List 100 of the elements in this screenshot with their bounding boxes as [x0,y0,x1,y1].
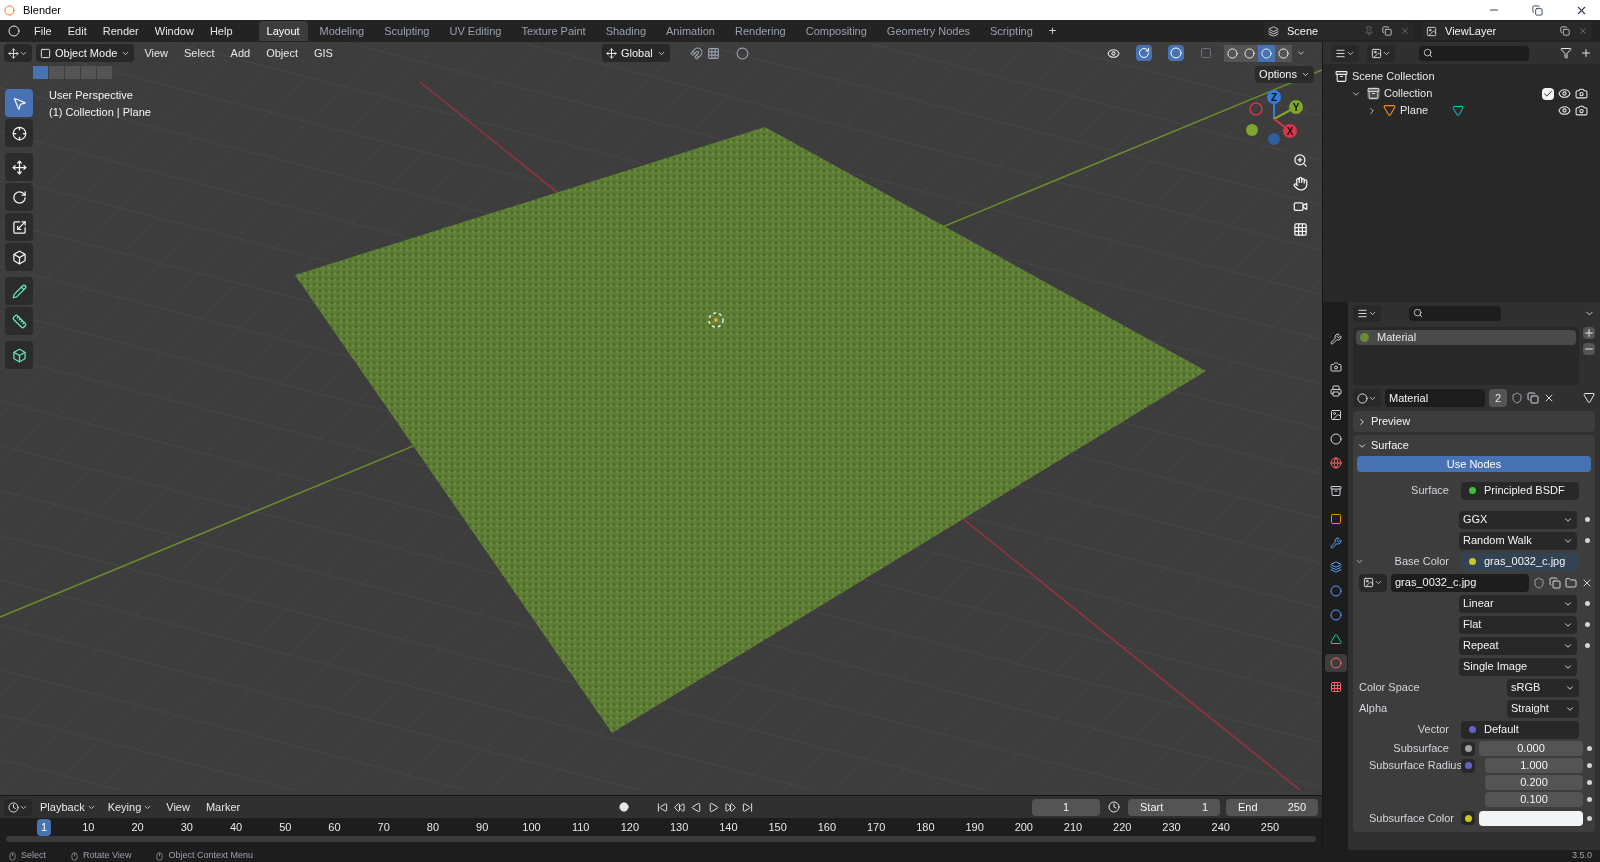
workspace-tab[interactable]: Rendering [726,20,794,42]
search-field[interactable] [1419,45,1529,61]
workspace-tab[interactable]: Sculpting [376,20,438,42]
jump-end-icon[interactable] [742,801,754,813]
number-field[interactable]: 1.000 [1485,758,1583,773]
dropdown[interactable]: sRGB [1507,678,1579,697]
socket-button[interactable] [1461,741,1475,756]
select-tool-button[interactable] [5,89,33,117]
render-icon[interactable] [1575,104,1588,117]
magnet-icon[interactable] [689,46,703,60]
menu-item[interactable]: Edit [61,22,93,40]
camera-icon[interactable] [1293,199,1308,214]
workspace-tab[interactable]: Texture Paint [513,20,594,42]
blender-logo-icon[interactable] [8,25,20,37]
dropdown[interactable]: Single Image [1459,657,1577,676]
play-reverse-icon[interactable] [691,801,703,813]
grid-icon[interactable] [706,46,720,60]
workspace-tab[interactable]: Geometry Nodes [878,20,978,42]
add-cube-tool-button[interactable] [5,341,33,369]
dropdown[interactable]: Straight [1507,699,1579,718]
plus-icon[interactable] [1580,47,1592,59]
timeline-menu-item[interactable]: Marker [199,798,247,816]
editor-type-button[interactable] [1353,304,1381,322]
orientation-dropdown[interactable]: Global [601,44,670,62]
exclude-checkbox[interactable] [1542,87,1554,100]
cursor-tool-button[interactable] [5,119,33,147]
number-field[interactable]: 0.200 [1485,775,1583,790]
workspace-tab[interactable]: Layout [258,20,308,42]
overlay-toggle-button[interactable] [1168,45,1184,61]
header-menu-item[interactable]: View [138,44,175,62]
visibility-icon[interactable] [1107,46,1120,60]
circle-icon[interactable] [735,46,749,60]
render-icon[interactable] [1575,87,1588,100]
linked-node-field[interactable]: Principled BSDF [1461,481,1579,500]
restore-icon[interactable] [1532,4,1543,16]
clock-icon[interactable] [1108,801,1120,813]
dropdown[interactable]: GGX [1459,510,1577,529]
duplicate-icon[interactable] [1527,392,1539,404]
color-swatch[interactable] [1479,810,1583,826]
start-frame-field[interactable]: Start 1 [1128,798,1220,816]
material-slot[interactable]: Material [1356,330,1576,345]
zoom-icon[interactable] [1293,153,1308,168]
editor-type-button[interactable] [4,44,32,62]
header-menu-item[interactable]: Add [224,44,257,62]
shield-icon[interactable] [1511,392,1523,404]
annotate-tool-button[interactable] [5,277,33,305]
jump-start-icon[interactable] [657,801,669,813]
dropdown[interactable]: Linear [1459,594,1577,613]
linked-node-field[interactable]: gras_0032_c.jpg [1461,552,1579,571]
visibility-icon[interactable] [1558,87,1571,100]
add-workspace-button[interactable]: + [1044,21,1061,41]
header-menu-item[interactable]: GIS [308,44,339,62]
linked-node-field[interactable]: Default [1461,720,1579,739]
outliner-item[interactable]: Collection [1384,85,1433,102]
timeline-menu-item[interactable]: View [160,798,196,816]
view-layer-selector[interactable]: ViewLayer [1422,22,1592,40]
play-icon[interactable] [708,801,720,813]
gizmo-toggle-button[interactable] [1136,45,1152,61]
header-menu-item[interactable]: Object [260,44,304,62]
outliner-item[interactable]: Scene Collection [1352,68,1435,85]
outliner-item[interactable]: Plane [1400,102,1429,119]
end-frame-field[interactable]: End 250 [1226,798,1318,816]
workspace-tab[interactable]: Animation [658,20,723,42]
record-icon[interactable] [619,802,630,812]
plus-icon[interactable] [1583,327,1595,339]
material-slot-list[interactable]: Material [1353,327,1579,385]
workspace-tab[interactable]: Scripting [982,20,1041,42]
current-frame-field[interactable]: 1 [1032,798,1100,816]
panel-header[interactable]: Surface [1353,435,1595,456]
material-browse-button[interactable] [1353,389,1381,407]
folder-icon[interactable] [1565,576,1577,589]
menu-item[interactable]: File [28,22,58,40]
workspace-tab[interactable]: Modeling [311,20,373,42]
display-mode-button[interactable] [1331,44,1359,62]
menu-item[interactable]: Help [203,22,239,40]
image-name-field[interactable]: gras_0032_c.jpg [1391,573,1529,592]
menu-item[interactable]: Window [148,22,200,40]
transform-tool-button[interactable] [5,243,33,271]
timeline-menu-dropdown[interactable]: Keying [103,798,157,816]
duplicate-icon[interactable] [1549,576,1561,589]
scale-tool-button[interactable] [5,213,33,241]
shield-icon[interactable] [1533,576,1545,589]
number-field[interactable]: 0.100 [1485,792,1583,807]
scene-selector[interactable]: Scene [1264,22,1414,40]
hand-icon[interactable] [1293,176,1308,191]
previous-keyframe-icon[interactable] [674,801,686,813]
panel-header[interactable]: Preview [1353,411,1595,432]
visibility-icon[interactable] [1558,104,1571,117]
workspace-tab[interactable]: Shading [597,20,655,42]
move-tool-button[interactable] [5,153,33,181]
mode-dropdown[interactable]: Object Mode [36,44,135,62]
filter-icon[interactable] [1560,47,1572,59]
header-menu-item[interactable]: Select [178,44,221,62]
timeline-menu-dropdown[interactable]: Playback [36,798,100,816]
dropdown[interactable]: Flat [1459,615,1577,634]
number-field[interactable]: 0.000 [1479,741,1583,756]
workspace-tab[interactable]: Compositing [797,20,875,42]
navigation-gizmo[interactable]: Z Y X [1242,87,1306,151]
use-nodes-button[interactable]: Use Nodes [1357,456,1591,472]
options-dropdown[interactable]: Options [1255,66,1314,83]
